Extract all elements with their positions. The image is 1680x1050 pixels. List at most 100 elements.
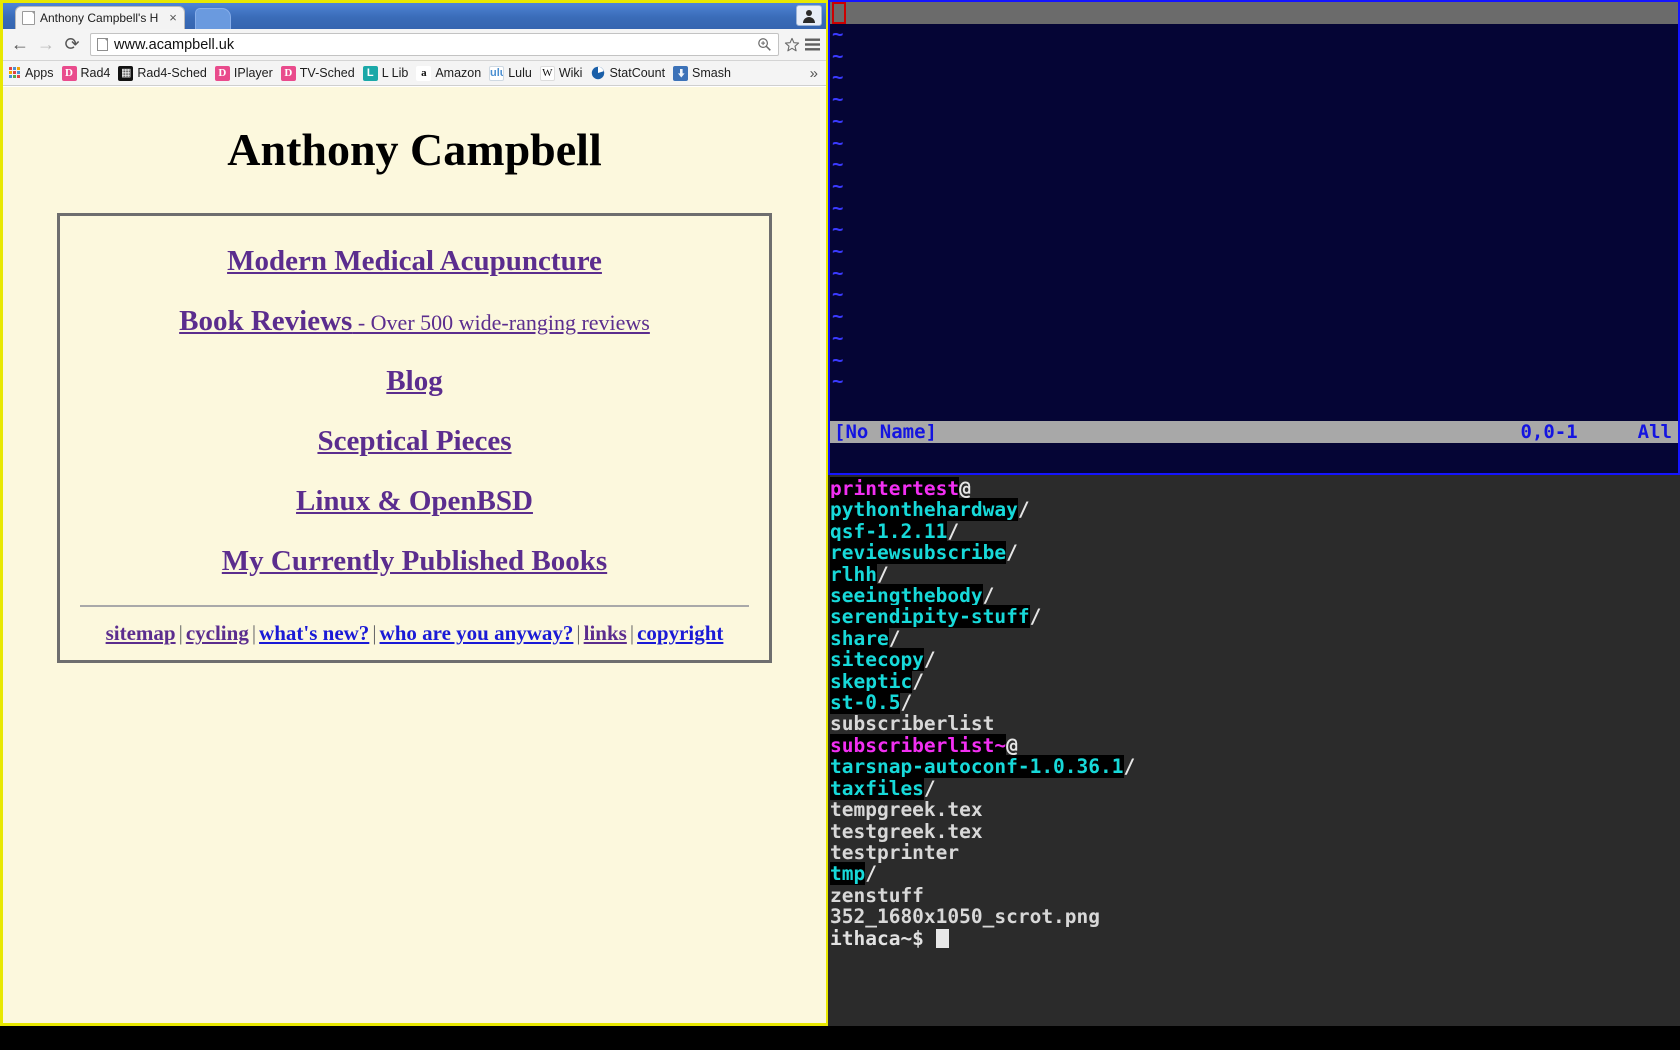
ls-entry-name: tarsnap-autoconf-1.0.36.1 — [830, 755, 1124, 779]
reload-icon[interactable]: ⟳ — [59, 32, 85, 58]
separator: | — [372, 621, 377, 645]
ls-entry-name: seeingthebody — [830, 584, 983, 608]
bookmark-label: Smash — [692, 66, 731, 80]
back-icon[interactable]: ← — [7, 32, 33, 58]
vim-tilde: ~ — [832, 348, 844, 371]
bookmark-amazon[interactable]: a Amazon — [413, 63, 486, 84]
bookmarks-overflow-icon[interactable]: » — [804, 65, 824, 82]
page-info-icon[interactable] — [97, 38, 108, 51]
ls-entry-suffix: @ — [1006, 733, 1018, 757]
bookmark-smash[interactable]: Smash — [670, 63, 736, 84]
apps-grid-icon — [8, 66, 21, 80]
link-sceptical-pieces[interactable]: Sceptical Pieces — [317, 425, 511, 457]
vim-tilde: ~ — [832, 131, 844, 154]
bbc-radio-icon: D — [280, 65, 296, 81]
browser-toolbar: ← → ⟳ www.acampbell.uk — [3, 29, 826, 61]
vim-tilde: ~ — [832, 88, 844, 111]
link-book-reviews-sub[interactable]: - Over 500 wide-ranging reviews — [352, 310, 650, 335]
bookmark-label: Rad4-Sched — [137, 66, 207, 80]
main-link-box: Modern Medical Acupuncture Book Reviews … — [57, 213, 772, 663]
bookmark-rad4[interactable]: D Rad4 — [59, 63, 116, 84]
bbc-radio-icon: D — [61, 65, 77, 81]
bookmark-label: TV-Sched — [299, 66, 355, 80]
bookmark-star-icon[interactable] — [782, 32, 802, 58]
footer-link-whats-new[interactable]: what's new? — [259, 621, 369, 645]
ls-entry: tarsnap-autoconf-1.0.36.1/ — [830, 755, 1680, 779]
footer-link-sitemap[interactable]: sitemap — [106, 621, 176, 645]
schedule-icon: ▦ — [118, 65, 134, 81]
close-icon[interactable]: × — [166, 11, 180, 25]
vim-first-line — [830, 2, 1678, 24]
divider — [80, 605, 749, 607]
ls-entry-suffix: / — [900, 691, 913, 715]
vim-scroll-percent: All — [1637, 421, 1672, 443]
forward-icon[interactable]: → — [33, 32, 59, 58]
address-bar[interactable]: www.acampbell.uk — [90, 33, 779, 56]
footer-link-who-are-you-anyway[interactable]: who are you anyway? — [380, 621, 574, 645]
footer-link-links[interactable]: links — [584, 621, 627, 645]
ls-entry-name: serendipity-stuff — [830, 605, 1030, 629]
ls-entry: testgreek.tex — [830, 819, 1680, 843]
shell-window[interactable]: printertest@ pythonthehardway/qsf-1.2.11/… — [828, 475, 1680, 1026]
lulu-icon: lulu — [489, 65, 505, 81]
profile-button[interactable] — [796, 5, 822, 26]
ls-entry-suffix: / — [876, 562, 889, 586]
link-modern-medical-acupuncture[interactable]: Modern Medical Acupuncture — [227, 245, 602, 277]
vim-command-line[interactable] — [830, 443, 1678, 473]
tab-strip: Anthony Campbell's H × — [3, 3, 826, 29]
bookmark-iplayer[interactable]: D IPlayer — [212, 63, 278, 84]
amazon-icon: a — [416, 65, 432, 81]
bookmark-label: Amazon — [435, 66, 482, 80]
user-icon — [802, 9, 816, 23]
ls-entry-name: reviewsubscribe — [830, 541, 1007, 565]
screen: Anthony Campbell's H × ← → ⟳ www.acampbe… — [0, 0, 1680, 1050]
tab-active[interactable]: Anthony Campbell's H × — [15, 6, 185, 29]
footer-link-copyright[interactable]: copyright — [637, 621, 723, 645]
ls-entry-suffix: / — [923, 776, 936, 800]
ls-entry-name: testgreek.tex — [830, 819, 983, 843]
vim-window[interactable]: ~ ~ ~ ~ ~ ~ ~ ~ ~ ~ ~ ~ ~ ~ ~ ~ ~ [No Name] 0,0-1 All — [828, 0, 1680, 475]
ls-entry-name: share — [830, 626, 889, 650]
link-linux-openbsd[interactable]: Linux & OpenBSD — [296, 485, 533, 517]
zoom-search-icon[interactable] — [755, 35, 774, 54]
bbc-radio-icon: D — [214, 65, 230, 81]
vim-tilde: ~ — [832, 305, 844, 328]
bookmark-wiki[interactable]: W Wiki — [537, 63, 588, 84]
new-tab-button[interactable] — [195, 8, 231, 29]
web-page-content: Anthony Campbell Modern Medical Acupunct… — [3, 87, 826, 1023]
bookmark-apps[interactable]: Apps — [5, 63, 59, 84]
ls-entry-name: tempgreek.tex — [830, 798, 983, 822]
tab-title: Anthony Campbell's H — [40, 10, 159, 25]
ls-entry: taxfiles/ — [830, 776, 1680, 800]
vim-tilde: ~ — [832, 261, 844, 284]
browser-window: Anthony Campbell's H × ← → ⟳ www.acampbe… — [0, 0, 828, 1026]
vim-tilde: ~ — [832, 23, 844, 45]
shell-cursor — [935, 928, 949, 948]
link-book-reviews[interactable]: Book Reviews — [179, 305, 352, 337]
ls-entry-name: subscriberlist — [830, 712, 995, 736]
bookmark-statcount[interactable]: StatCount — [587, 63, 670, 84]
ls-entry: subscriberlist — [830, 713, 1680, 734]
vim-tilde: ~ — [832, 326, 844, 349]
footer-link-cycling[interactable]: cycling — [186, 621, 249, 645]
ls-entry-name: skeptic — [830, 669, 913, 693]
bookmark-label: Wiki — [558, 66, 583, 80]
bookmark-lulu[interactable]: lulu Lulu — [486, 63, 537, 84]
bookmark-tv-sched[interactable]: D TV-Sched — [278, 63, 360, 84]
bookmark-rad4-sched[interactable]: ▦ Rad4-Sched — [115, 63, 212, 84]
ls-entry: serendipity-stuff/ — [830, 605, 1680, 629]
ls-entry-name: sitecopy — [830, 648, 924, 672]
bookmark-l-lib[interactable]: L L Lib — [360, 63, 414, 84]
link-row: Blog — [70, 365, 759, 398]
ls-entry: seeingthebody/ — [830, 584, 1680, 608]
link-my-currently-published-books[interactable]: My Currently Published Books — [222, 545, 607, 577]
ls-entry-name: printertest — [830, 477, 960, 500]
ls-entry: printertest@ — [830, 477, 1680, 500]
ls-entry-name: st-0.5 — [830, 691, 901, 715]
link-blog[interactable]: Blog — [386, 365, 442, 397]
menu-icon[interactable] — [802, 32, 822, 58]
desktop-status-bar: Sun Feb 21 09:35 GMT 2 [|] — [0, 1026, 1680, 1050]
bookmarks-bar: Apps D Rad4 ▦ Rad4-Sched D IPlayer D TV-… — [3, 61, 826, 86]
ls-entry: rlhh/ — [830, 562, 1680, 586]
smashwords-icon — [673, 65, 689, 81]
